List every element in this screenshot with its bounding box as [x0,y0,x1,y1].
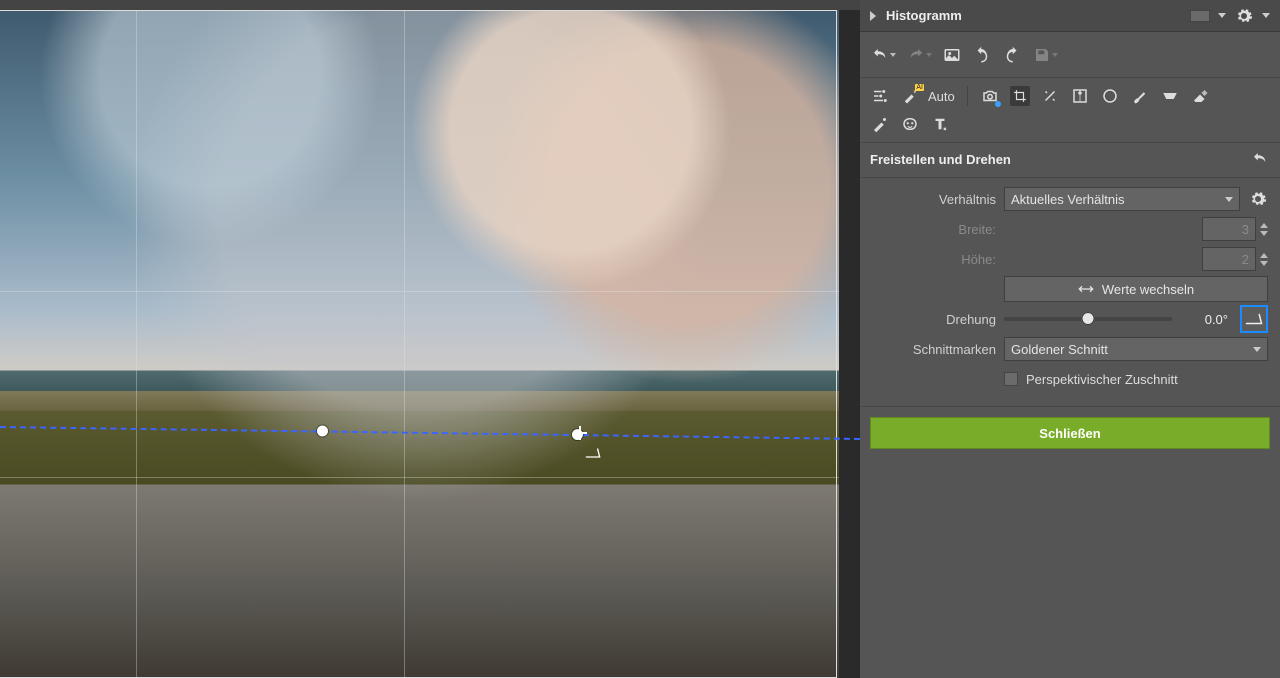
horizon-handle-end[interactable] [572,429,583,440]
gear-dropdown-icon[interactable] [1262,13,1270,18]
canvas-top-bar [0,0,860,10]
undo-icon[interactable] [870,45,890,65]
crop-frame[interactable] [0,10,837,678]
cropmarks-value: Goldener Schnitt [1011,342,1108,357]
crop-panel-title: Freistellen und Drehen [870,152,1011,167]
save-icon [1032,45,1052,65]
image-canvas[interactable] [0,0,860,678]
width-input[interactable] [1202,217,1256,241]
toolbar-divider [967,86,968,106]
redo-icon [906,45,926,65]
close-button[interactable]: Schließen [870,417,1270,449]
crop-icon[interactable] [1010,86,1030,106]
circle-icon[interactable] [1100,86,1120,106]
close-button-label: Schließen [1039,426,1100,441]
rotation-slider-thumb[interactable] [1082,312,1095,325]
horizon-tool-button[interactable] [1240,305,1268,333]
sliders-icon[interactable] [870,86,890,106]
height-input[interactable] [1202,247,1256,271]
action-toolbar [860,32,1280,78]
histogram-title: Histogramm [886,8,1180,23]
undo-dropdown-icon[interactable] [890,53,896,57]
mask-icon[interactable] [900,114,920,134]
rotate-right-icon[interactable] [1002,45,1022,65]
height-label: Höhe: [872,252,996,267]
caret-right-icon [870,11,876,21]
brush-icon[interactable] [1130,86,1150,106]
histogram-header[interactable]: Histogramm [860,0,1280,32]
swap-values-button[interactable]: Werte wechseln [1004,276,1268,302]
grid-vertical-1 [136,10,137,678]
straighten-icon[interactable] [1040,86,1060,106]
text-icon[interactable] [930,114,950,134]
horizon-cursor-icon [585,446,601,464]
crop-panel-header: Freistellen und Drehen [860,143,1280,178]
compare-original-icon[interactable] [942,45,962,65]
camera-active-dot-icon [995,101,1001,107]
rotation-slider[interactable] [1004,317,1172,321]
ratio-settings-gear-icon[interactable] [1248,189,1268,209]
camera-icon[interactable] [980,86,1000,106]
crop-form: Verhältnis Aktuelles Verhältnis Breite: … [860,178,1280,407]
ratio-value: Aktuelles Verhältnis [1011,192,1124,207]
perspective-checkbox[interactable] [1004,372,1018,386]
gear-icon[interactable] [1234,6,1254,26]
grid-horizontal-2 [0,477,839,478]
width-spinner[interactable] [1260,223,1268,236]
tools-row-2 [860,114,1280,143]
swap-values-label: Werte wechseln [1102,282,1194,297]
perspective-icon[interactable] [1070,86,1090,106]
auto-label[interactable]: Auto [928,89,955,104]
grid-vertical-2 [404,10,405,678]
ratio-dropdown-icon [1225,197,1233,202]
cropmarks-label: Schnittmarken [872,342,996,357]
rotation-label: Drehung [872,312,996,327]
histogram-swatch-icon[interactable] [1190,10,1210,22]
rotate-left-icon[interactable] [972,45,992,65]
side-panel: Histogramm [860,0,1280,678]
cropmarks-dropdown-icon [1253,347,1261,352]
height-spinner[interactable] [1260,253,1268,266]
ratio-label: Verhältnis [872,192,996,207]
width-label: Breite: [872,222,996,237]
heal-brush-icon[interactable] [870,114,890,134]
undo-panel-icon[interactable] [1250,149,1270,169]
perspective-label: Perspektivischer Zuschnitt [1026,372,1178,387]
grid-horizontal-1 [0,291,839,292]
redo-dropdown-icon [926,53,932,57]
rotation-value: 0.0° [1180,312,1228,327]
histogram-swatch-dropdown-icon[interactable] [1218,13,1226,18]
gradient-icon[interactable] [1160,86,1180,106]
eraser-icon[interactable] [1190,86,1210,106]
auto-enhance-icon[interactable]: AI [900,86,920,106]
tools-row-1: AI Auto [860,78,1280,114]
save-dropdown-icon [1052,53,1058,57]
ratio-select[interactable]: Aktuelles Verhältnis [1004,187,1240,211]
cropmarks-select[interactable]: Goldener Schnitt [1004,337,1268,361]
